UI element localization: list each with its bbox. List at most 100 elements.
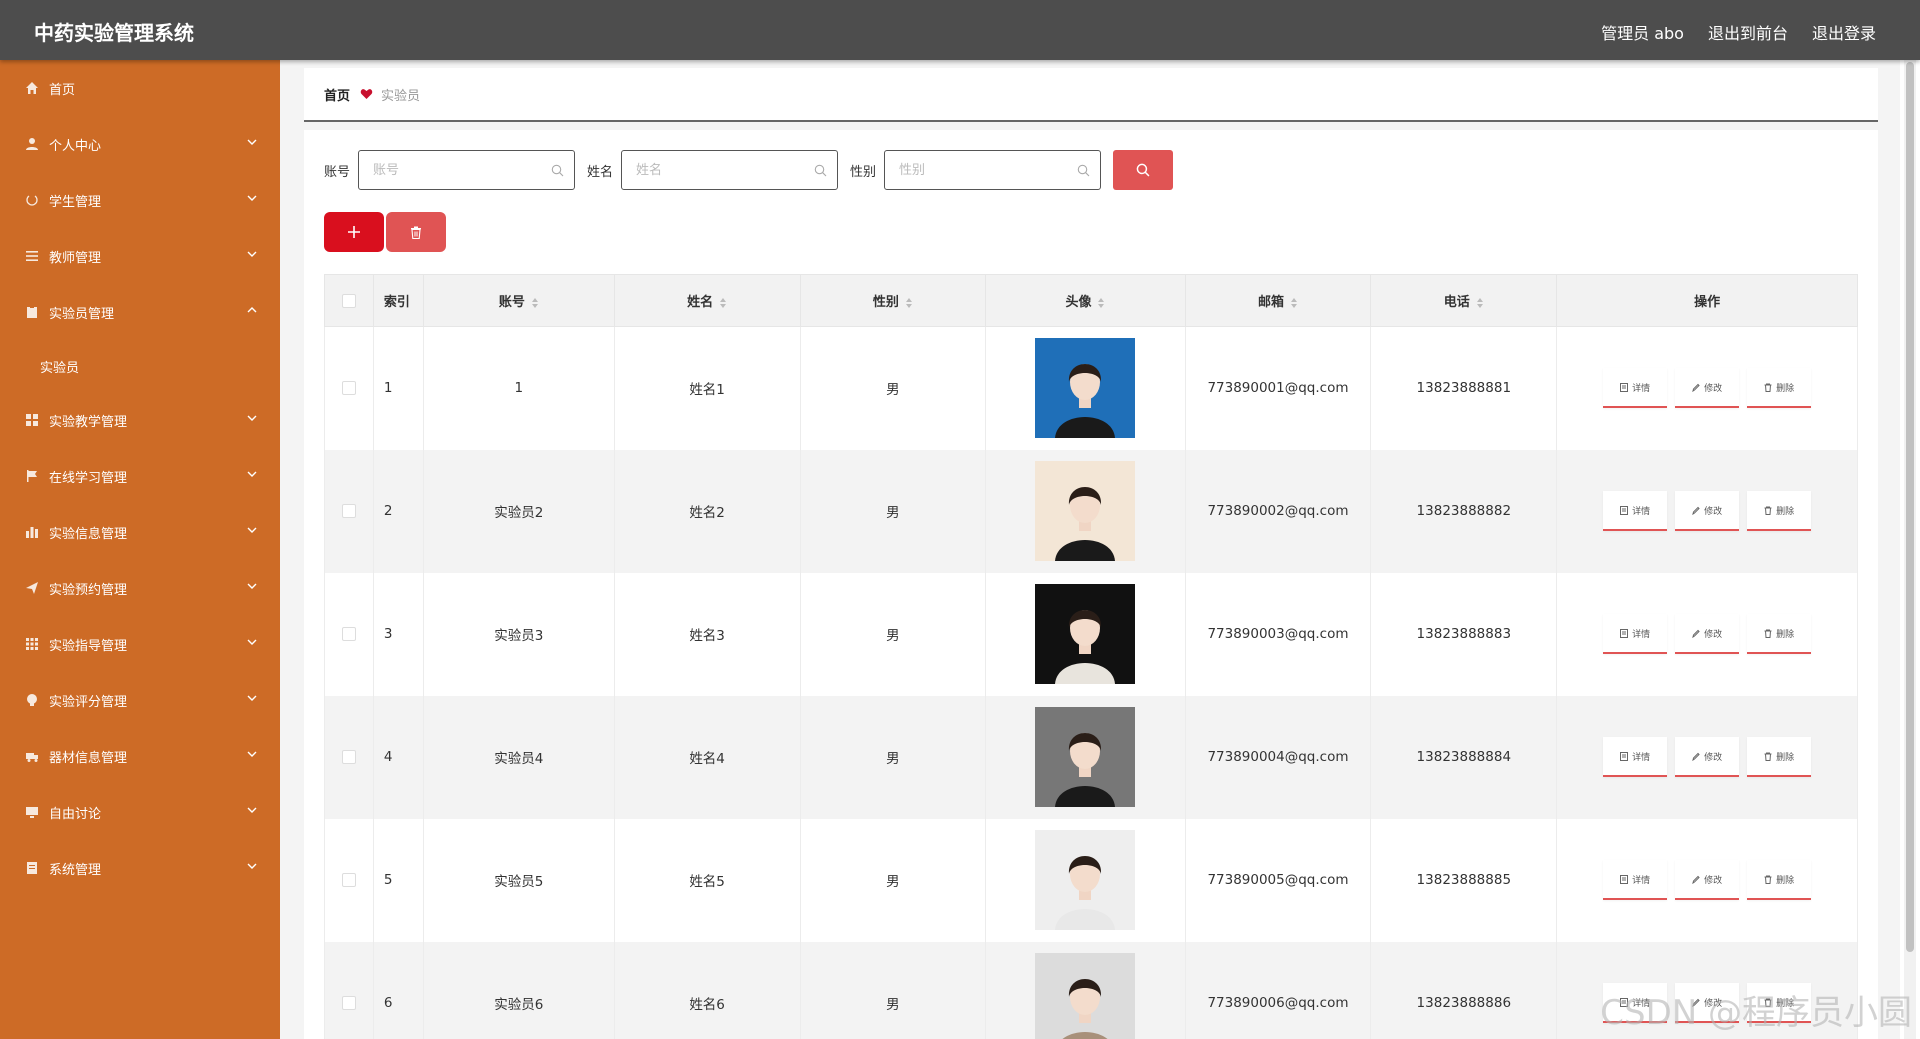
breadcrumb-home[interactable]: 首页 <box>324 85 350 104</box>
delete-label: 删除 <box>1776 752 1795 763</box>
sort-icon[interactable] <box>905 297 913 309</box>
table-row: 6 实验员6 姓名6 男 773890006@qq.com 13823888886 详情 修改… <box>324 941 1858 1039</box>
batch-delete-button[interactable] <box>386 212 446 252</box>
row-checkbox[interactable] <box>341 381 356 396</box>
delete-button[interactable]: 删除 <box>1747 491 1812 531</box>
avatar[interactable] <box>1035 953 1136 1039</box>
chevron-down-icon <box>247 863 257 869</box>
edit-button[interactable]: 修改 <box>1675 860 1740 900</box>
sidebar-item-label: 在线学习管理 <box>49 470 128 486</box>
delete-label: 删除 <box>1776 875 1795 886</box>
cell-index: 6 <box>372 941 425 1039</box>
edit-button[interactable]: 修改 <box>1675 737 1740 777</box>
cell-actions: 详情 修改 删除 <box>1556 818 1858 942</box>
cell-phone: 13823888881 <box>1370 326 1558 450</box>
edit-button[interactable]: 修改 <box>1675 614 1740 654</box>
avatar[interactable] <box>1035 338 1136 439</box>
cell-name: 姓名3 <box>613 572 801 696</box>
row-checkbox[interactable] <box>341 873 356 887</box>
detail-button[interactable]: 详情 <box>1603 491 1668 531</box>
sidebar-item-scoring[interactable]: 实验评分管理 <box>0 672 280 728</box>
sidebar-item-system[interactable]: 系统管理 <box>0 840 280 896</box>
sidebar-item-lab-staff[interactable]: 实验员管理 <box>0 284 280 340</box>
avatar[interactable] <box>1035 830 1136 930</box>
sidebar-item-lab-info[interactable]: 实验信息管理 <box>0 504 280 560</box>
sidebar-item-reservation[interactable]: 实验预约管理 <box>0 560 280 616</box>
delete-button[interactable]: 删除 <box>1747 860 1812 900</box>
gender-input[interactable] <box>885 151 1066 189</box>
cell-name: 姓名4 <box>613 695 801 819</box>
delete-button[interactable]: 删除 <box>1747 983 1812 1023</box>
header-phone[interactable]: 电话 <box>1370 274 1558 327</box>
scrollbar-thumb[interactable] <box>1906 62 1914 952</box>
select-all-checkbox[interactable] <box>341 293 356 308</box>
account-input[interactable] <box>359 151 540 189</box>
trash-icon <box>1764 506 1772 515</box>
detail-button[interactable]: 详情 <box>1603 614 1668 654</box>
sort-icon[interactable] <box>531 297 539 309</box>
back-to-front-link[interactable]: 退出到前台 <box>1708 20 1788 44</box>
header-avatar[interactable]: 头像 <box>985 274 1186 327</box>
search-button[interactable] <box>1113 150 1174 190</box>
page-scrollbar[interactable] <box>1904 60 1916 1039</box>
edit-label: 修改 <box>1704 752 1723 763</box>
detail-button[interactable]: 详情 <box>1603 860 1668 900</box>
sidebar-item-label: 实验教学管理 <box>49 414 128 430</box>
detail-label: 详情 <box>1632 998 1651 1009</box>
sidebar-item-teaching[interactable]: 实验教学管理 <box>0 392 280 448</box>
sort-icon[interactable] <box>719 297 727 309</box>
row-checkbox[interactable] <box>341 504 356 518</box>
apps-icon <box>24 636 40 652</box>
sidebar-item-students[interactable]: 学生管理 <box>0 172 280 228</box>
row-checkbox[interactable] <box>341 750 356 764</box>
sidebar-item-online-learning[interactable]: 在线学习管理 <box>0 448 280 504</box>
sidebar-item-teachers[interactable]: 教师管理 <box>0 228 280 284</box>
sort-icon[interactable] <box>1476 297 1484 309</box>
detail-button[interactable]: 详情 <box>1603 983 1668 1023</box>
sidebar-item-home[interactable]: 首页 <box>0 60 280 116</box>
cell-email: 773890003@qq.com <box>1184 572 1372 696</box>
header-gender[interactable]: 性别 <box>799 274 987 327</box>
select-all-cell <box>324 274 374 327</box>
sort-icon[interactable] <box>1097 297 1105 309</box>
edit-label: 修改 <box>1704 506 1723 517</box>
delete-button[interactable]: 删除 <box>1747 737 1812 777</box>
avatar[interactable] <box>1035 584 1136 684</box>
delete-button[interactable]: 删除 <box>1747 368 1812 409</box>
header-email[interactable]: 邮箱 <box>1184 274 1372 327</box>
detail-button[interactable]: 详情 <box>1603 368 1668 409</box>
edit-icon <box>1692 875 1700 884</box>
row-checkbox[interactable] <box>341 996 356 1010</box>
edit-button[interactable]: 修改 <box>1675 368 1740 409</box>
chevron-down-icon <box>247 415 257 421</box>
header-account[interactable]: 账号 <box>423 274 615 327</box>
sort-icon[interactable] <box>1290 297 1298 309</box>
table-row: 1 1 姓名1 男 773890001@qq.com 13823888881 详情 修改 删除 <box>324 326 1858 450</box>
detail-button[interactable]: 详情 <box>1603 737 1668 777</box>
sidebar-item-discussion[interactable]: 自由讨论 <box>0 784 280 840</box>
edit-icon <box>1692 506 1700 515</box>
power-icon <box>24 192 40 208</box>
document-icon <box>1620 505 1629 515</box>
sidebar-item-personal[interactable]: 个人中心 <box>0 116 280 172</box>
avatar[interactable] <box>1035 707 1136 807</box>
delete-button[interactable]: 删除 <box>1747 614 1812 654</box>
avatar[interactable] <box>1035 461 1136 561</box>
sidebar-subitem-lab-staff[interactable]: 实验员 <box>0 340 280 392</box>
row-checkbox[interactable] <box>341 627 356 641</box>
sidebar-item-guidance[interactable]: 实验指导管理 <box>0 616 280 672</box>
app-title: 中药实验管理系统 <box>34 21 194 45</box>
lab-staff-table: 索引 账号 姓名 性别 头像 邮箱 电话 操作 1 1 姓名1 男 773890001@… <box>324 274 1858 1039</box>
logout-link[interactable]: 退出登录 <box>1812 20 1876 44</box>
cell-name: 姓名2 <box>613 449 801 573</box>
edit-button[interactable]: 修改 <box>1675 983 1740 1023</box>
name-input[interactable] <box>622 151 803 189</box>
sidebar-item-label: 实验评分管理 <box>49 694 128 710</box>
add-button[interactable] <box>324 212 384 252</box>
detail-label: 详情 <box>1632 629 1651 640</box>
header-name[interactable]: 姓名 <box>613 274 801 327</box>
search-icon <box>551 164 564 177</box>
sidebar-item-equipment[interactable]: 器材信息管理 <box>0 728 280 784</box>
edit-button[interactable]: 修改 <box>1675 491 1740 531</box>
search-icon <box>1077 164 1090 177</box>
